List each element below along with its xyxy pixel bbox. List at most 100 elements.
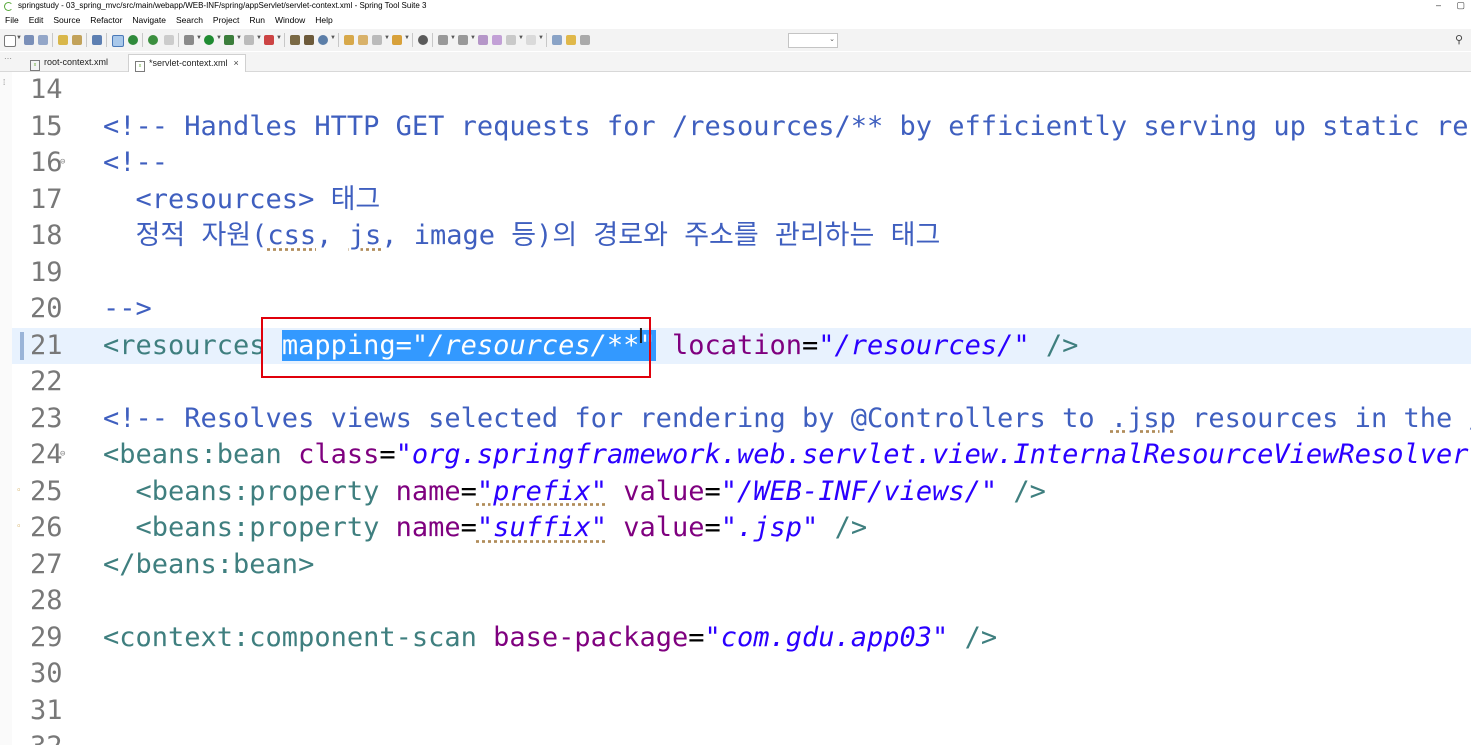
code-line: 30 — [12, 656, 1471, 693]
menu-source[interactable]: Source — [48, 13, 85, 28]
chevron-down-icon[interactable]: ▼ — [236, 35, 242, 41]
chevron-down-icon[interactable]: ⌄ — [829, 35, 835, 43]
line-number: 15 — [30, 110, 63, 142]
debug-icon[interactable] — [184, 35, 194, 45]
chevron-down-icon[interactable]: ▼ — [276, 35, 282, 41]
new-icon[interactable] — [4, 35, 16, 47]
globe-icon[interactable] — [418, 35, 428, 45]
warning-marker-icon[interactable]: ◦ — [16, 522, 21, 532]
fold-toggle-icon[interactable]: ⊖ — [60, 449, 65, 459]
new-package-icon[interactable] — [304, 35, 314, 45]
chevron-down-icon[interactable]: ▼ — [404, 35, 410, 41]
line-number: 19 — [30, 256, 63, 288]
tab-servlet-context[interactable]: x *servlet-context.xml × — [128, 54, 246, 72]
menu-edit[interactable]: Edit — [24, 13, 49, 28]
menu-refactor[interactable]: Refactor — [85, 13, 127, 28]
xml-file-icon: x — [30, 60, 40, 71]
open-folder-icon[interactable] — [344, 35, 354, 45]
chevron-down-icon[interactable]: ▼ — [518, 35, 524, 41]
run-icon[interactable] — [204, 35, 214, 45]
menu-window[interactable]: Window — [270, 13, 310, 28]
next-annotation-icon[interactable] — [438, 35, 448, 45]
equals-sign: = — [704, 512, 721, 543]
toolbar-separator — [338, 33, 339, 47]
minimize-icon[interactable]: – — [1436, 0, 1441, 11]
save-icon[interactable] — [24, 35, 34, 45]
comment-text: <!-- Handles HTTP GET requests for /reso… — [103, 110, 1471, 142]
pin-editor-icon[interactable] — [552, 35, 562, 45]
attribute-value: "org.springframework.web.servlet.view.In… — [395, 439, 1471, 470]
attribute-value: ".jsp" — [720, 512, 819, 543]
code-text: <!-- Resolves views selected for renderi… — [103, 401, 1471, 437]
fold-toggle-icon[interactable]: ⊖ — [60, 157, 65, 167]
menu-bar: File Edit Source Refactor Navigate Search Proj… — [0, 13, 1471, 28]
chevron-down-icon[interactable]: ▼ — [538, 35, 544, 41]
chevron-down-icon[interactable]: ▼ — [196, 35, 202, 41]
menu-help[interactable]: Help — [310, 13, 337, 28]
maximize-icon[interactable]: ▢ — [1456, 0, 1465, 11]
toolbar-combo[interactable]: ⌄ — [788, 33, 838, 48]
back-icon[interactable] — [506, 35, 516, 45]
chevron-down-icon[interactable]: ▼ — [216, 35, 222, 41]
new-class-icon[interactable] — [318, 35, 328, 45]
save-all-icon[interactable] — [38, 35, 48, 45]
warning-marker-icon[interactable]: ◦ — [16, 486, 21, 496]
minimize-panel-icon[interactable]: ⋯ — [4, 54, 12, 63]
chevron-down-icon[interactable]: ▼ — [16, 35, 22, 41]
last-edit-location-icon[interactable] — [478, 35, 488, 45]
tab-root-context[interactable]: x root-context.xml — [24, 54, 114, 71]
open-type-icon[interactable] — [58, 35, 68, 45]
new-project-icon[interactable] — [290, 35, 300, 45]
search-icon[interactable]: ⚲ — [1455, 33, 1463, 46]
spring-tool-suite-icon — [4, 2, 13, 11]
forward-history-icon[interactable] — [492, 35, 502, 45]
chevron-down-icon[interactable]: ▼ — [330, 35, 336, 41]
console-icon[interactable] — [92, 35, 102, 45]
chevron-down-icon[interactable]: ▼ — [384, 35, 390, 41]
toggle-mark-occurrences-icon[interactable] — [112, 35, 124, 47]
toolbar-separator — [142, 33, 143, 47]
window-title: springstudy - 03_spring_mvc/src/main/web… — [18, 1, 427, 10]
menu-run[interactable]: Run — [244, 13, 270, 28]
external-tools-icon[interactable] — [264, 35, 274, 45]
close-icon[interactable]: × — [234, 58, 239, 68]
tag-text: /> — [1029, 329, 1079, 361]
tag-text: <context:component-scan — [103, 621, 494, 653]
toolbar-separator — [106, 33, 107, 47]
open-resource-icon[interactable] — [72, 35, 82, 45]
code-editor[interactable]: 14 15 <!-- Handles HTTP GET requests for… — [12, 72, 1471, 745]
menu-navigate[interactable]: Navigate — [127, 13, 171, 28]
chevron-down-icon[interactable]: ▼ — [256, 35, 262, 41]
editor-tab-bar: ⋯ x root-context.xml x *servlet-context.xm… — [0, 52, 1471, 72]
selected-text: "/resources/**" — [411, 329, 656, 361]
attribute-name: class — [298, 439, 380, 470]
grid-icon[interactable] — [580, 35, 590, 45]
chevron-down-icon[interactable]: ▼ — [450, 35, 456, 41]
edit-icon[interactable] — [372, 35, 382, 45]
tag-text: /> — [818, 512, 868, 543]
menu-file[interactable]: File — [0, 13, 24, 28]
code-line: 17 <resources> 태그 — [12, 182, 1471, 219]
code-text: 정적 자원(css, js, image 등)의 경로와 주소를 관리하는 태그 — [103, 218, 941, 254]
toolbar-separator — [178, 33, 179, 47]
hierarchy-icon[interactable] — [164, 35, 174, 45]
comment-text: .jsp — [1110, 402, 1176, 434]
previous-annotation-icon[interactable] — [458, 35, 468, 45]
refresh-icon[interactable] — [148, 35, 158, 45]
code-line: 28 — [12, 583, 1471, 620]
tag-text: /> — [997, 475, 1046, 507]
code-line-current: 21 <resources mapping="/resources/**" lo… — [12, 327, 1471, 364]
run-server-icon[interactable] — [224, 35, 234, 45]
open-file-icon[interactable] — [358, 35, 368, 45]
task-icon[interactable] — [392, 35, 402, 45]
comment-text: <resources> 태그 — [103, 183, 381, 215]
menu-project[interactable]: Project — [208, 13, 244, 28]
menu-search[interactable]: Search — [171, 13, 208, 28]
stop-icon[interactable] — [244, 35, 254, 45]
spring-boot-icon[interactable] — [128, 35, 138, 45]
brush-icon[interactable] — [566, 35, 576, 45]
chevron-down-icon[interactable]: ▼ — [470, 35, 476, 41]
forward-icon[interactable] — [526, 35, 536, 45]
code-text: --> — [103, 291, 152, 327]
code-text: <beans:property name="prefix" value="/WE… — [103, 474, 1046, 510]
